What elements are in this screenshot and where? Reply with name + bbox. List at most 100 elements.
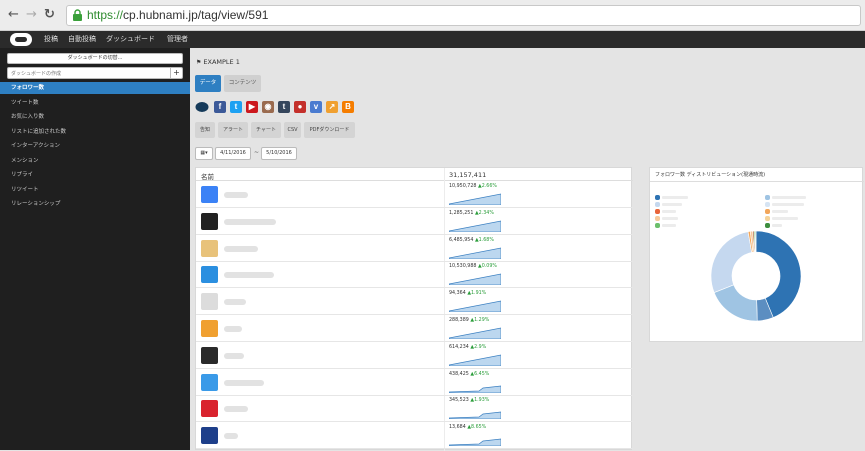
sidebar-item-favorites[interactable]: お気に入り数 bbox=[0, 111, 190, 123]
table-row[interactable]: 6,485,954 ▲1.68% bbox=[196, 236, 633, 262]
tumblr-icon[interactable]: t bbox=[278, 101, 290, 113]
sidebar-item-relationships[interactable]: リレーションシップ bbox=[0, 198, 190, 210]
account-avatar bbox=[201, 186, 218, 203]
chart-button[interactable]: チャート bbox=[251, 122, 281, 138]
sidebar-item-followers[interactable]: フォロワー数 bbox=[0, 82, 190, 94]
table-row[interactable]: 345,523 ▲1.93% bbox=[196, 396, 633, 423]
reload-icon[interactable]: ↻ bbox=[44, 8, 55, 22]
account-name-blurred bbox=[224, 326, 242, 332]
table-row[interactable]: 438,425 ▲6.45% bbox=[196, 370, 633, 396]
follower-count: 10,950,728 bbox=[449, 184, 478, 189]
trend-sparkline bbox=[449, 438, 501, 447]
table-row[interactable]: 13,684 ▲8.65% bbox=[196, 423, 633, 450]
table-row[interactable]: 1,285,251 ▲2.34% bbox=[196, 209, 633, 235]
nav-post[interactable]: 投稿 bbox=[44, 34, 58, 44]
nav-admin[interactable]: 管理者 bbox=[167, 34, 188, 44]
account-name-blurred bbox=[224, 272, 274, 279]
account-name-blurred bbox=[224, 245, 258, 252]
address-bar[interactable]: https://cp.hubnami.jp/tag/view/591 bbox=[66, 5, 861, 26]
chart-legend bbox=[655, 195, 855, 235]
follower-count: 1,285,251 bbox=[449, 210, 475, 216]
table-row[interactable]: 10,530,988 ▲0.09% bbox=[196, 262, 633, 289]
trend-sparkline bbox=[449, 220, 501, 232]
table-row[interactable]: 10,950,728 ▲2.66% bbox=[196, 182, 633, 208]
trend-sparkline bbox=[449, 193, 501, 205]
hubnami-network-icon[interactable] bbox=[195, 101, 209, 113]
account-avatar bbox=[201, 239, 218, 257]
follower-stat: 94,364 ▲1.91% bbox=[449, 291, 486, 296]
trend-sparkline bbox=[449, 247, 501, 259]
growth-delta: ▲6.45% bbox=[470, 371, 490, 377]
growth-delta: ▲1.68% bbox=[474, 237, 494, 243]
donut-slice bbox=[710, 231, 753, 293]
follower-stat: 614,234 ▲2.9% bbox=[449, 345, 486, 350]
follower-count: 288,389 bbox=[449, 318, 471, 323]
sidebar-item-mentions[interactable]: メンション bbox=[0, 155, 190, 167]
trend-sparkline bbox=[449, 300, 501, 313]
table-row[interactable]: 94,364 ▲1.91% bbox=[196, 289, 633, 316]
calendar-icon[interactable]: ▦▾ bbox=[195, 147, 213, 160]
growth-delta: ▲0.09% bbox=[478, 264, 497, 270]
add-dashboard-button[interactable]: + bbox=[170, 67, 182, 79]
sidebar-item-retweets[interactable]: リツイート bbox=[0, 184, 190, 196]
url-scheme: https:// bbox=[87, 8, 124, 22]
follower-count: 345,523 bbox=[449, 398, 471, 404]
follower-stat: 438,425 ▲6.45% bbox=[449, 372, 489, 377]
follower-count: 94,364 bbox=[449, 291, 468, 297]
follower-count: 10,530,988 bbox=[449, 264, 478, 270]
blogger-icon[interactable]: B bbox=[342, 101, 354, 113]
forward-arrow-icon[interactable]: → bbox=[26, 8, 37, 22]
page-title: ⚑ EXAMPLE 1 bbox=[196, 58, 240, 66]
vk-icon[interactable]: v bbox=[310, 101, 322, 113]
table-row[interactable]: 614,234 ▲2.9% bbox=[196, 343, 633, 369]
trend-sparkline bbox=[449, 412, 501, 420]
announce-button[interactable]: 告知 bbox=[195, 122, 215, 138]
account-avatar bbox=[201, 266, 218, 284]
lock-icon bbox=[73, 9, 82, 21]
follower-stat: 6,485,954 ▲1.68% bbox=[449, 238, 494, 243]
trend-sparkline bbox=[449, 327, 501, 339]
follower-stat: 10,530,988 ▲0.09% bbox=[449, 264, 497, 269]
sidebar-item-tweets[interactable]: ツイート数 bbox=[0, 97, 190, 109]
account-name-blurred bbox=[224, 299, 246, 306]
account-avatar bbox=[201, 427, 218, 445]
table-row[interactable]: 288,389 ▲1.29% bbox=[196, 316, 633, 342]
back-arrow-icon[interactable]: ← bbox=[8, 8, 19, 22]
weibo-icon[interactable]: ● bbox=[294, 101, 306, 113]
follower-count: 13,684 bbox=[449, 425, 468, 431]
account-name-blurred bbox=[224, 406, 248, 413]
trend-sparkline bbox=[449, 385, 501, 393]
trend-sparkline bbox=[449, 354, 501, 366]
follower-stat: 1,285,251 ▲2.34% bbox=[449, 211, 494, 216]
panel-title: フォロワー数 ディストリビューション(現通時流) bbox=[650, 168, 864, 182]
twitter-icon[interactable]: t bbox=[230, 101, 242, 113]
app-header: 投稿 自動投稿 ダッシュボード 管理者 bbox=[0, 31, 865, 48]
analytics-icon[interactable]: ↗ bbox=[326, 101, 338, 113]
tab-content[interactable]: コンテンツ bbox=[224, 75, 261, 92]
nav-dashboard[interactable]: ダッシュボード bbox=[106, 34, 155, 44]
nav-auto-post[interactable]: 自動投稿 bbox=[68, 34, 96, 44]
sidebar-item-replies[interactable]: リプライ bbox=[0, 169, 190, 181]
tab-data[interactable]: データ bbox=[195, 75, 221, 92]
account-name-blurred bbox=[224, 379, 264, 386]
facebook-icon[interactable]: f bbox=[214, 101, 226, 113]
account-avatar bbox=[201, 293, 218, 311]
sidebar-item-listed[interactable]: リストに追加された数 bbox=[0, 126, 190, 138]
growth-delta: ▲8.65% bbox=[467, 425, 487, 431]
account-avatar bbox=[201, 400, 218, 418]
dashboard-switcher[interactable]: ダッシュボードの切替... bbox=[7, 53, 183, 64]
growth-delta: ▲1.29% bbox=[470, 318, 490, 323]
pdf-download-button[interactable]: PDFダウンロード bbox=[304, 122, 355, 138]
account-avatar bbox=[201, 212, 218, 230]
alert-button[interactable]: アラート bbox=[218, 122, 248, 138]
date-to-field[interactable]: 5/10/2016 bbox=[261, 147, 297, 160]
instagram-icon[interactable]: ◉ bbox=[262, 101, 274, 113]
follower-stat: 288,389 ▲1.29% bbox=[449, 318, 489, 323]
date-from-field[interactable]: 4/11/2016 bbox=[215, 147, 251, 160]
youtube-icon[interactable]: ▶ bbox=[246, 101, 258, 113]
sidebar-item-interactions[interactable]: インターアクション bbox=[0, 140, 190, 152]
dashboard-create-input[interactable] bbox=[11, 69, 171, 78]
column-total-header: 31,157,411 bbox=[449, 171, 487, 179]
csv-button[interactable]: CSV bbox=[284, 122, 301, 138]
hubnami-logo[interactable] bbox=[10, 33, 32, 46]
